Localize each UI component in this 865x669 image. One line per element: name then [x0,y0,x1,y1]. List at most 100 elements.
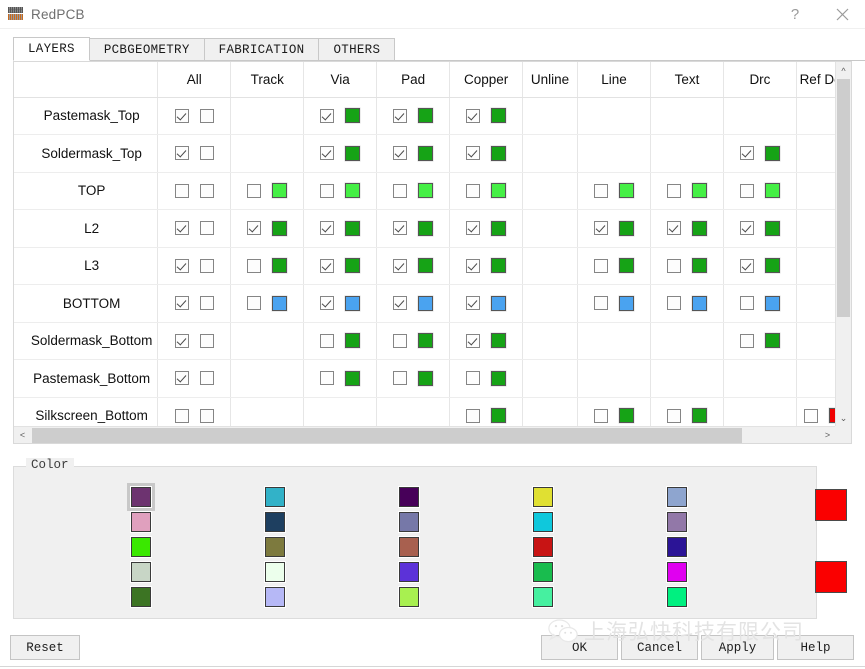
color-swatch-via[interactable] [345,145,361,161]
column-header-drc[interactable]: Drc [723,62,797,98]
color-swatch-pad[interactable] [418,258,434,274]
color-swatch-pad[interactable] [418,333,434,349]
checkbox-copper[interactable] [466,408,481,423]
cell-copper[interactable] [449,247,524,285]
table-row[interactable]: Soldermask_Top [14,134,836,173]
palette-swatch-3-3[interactable] [533,562,553,582]
cell-refdes[interactable] [796,397,836,427]
checkbox-pad[interactable] [393,258,408,273]
cell-pad[interactable] [376,134,451,173]
color-swatch-copper[interactable] [491,408,507,424]
cell-all[interactable] [157,284,232,323]
color-swatch-drc[interactable] [764,295,780,311]
palette-swatch-3-0[interactable] [533,487,553,507]
table-row[interactable]: L2 [14,209,836,248]
palette-swatch-0-3[interactable] [131,562,151,582]
checkbox-all[interactable] [174,221,189,236]
cell-all[interactable] [157,209,232,248]
table-row[interactable]: Pastemask_Bottom [14,359,836,398]
cell-track[interactable] [230,209,305,248]
cell-copper[interactable] [449,359,524,398]
column-header-track[interactable]: Track [230,62,305,98]
checkbox-all[interactable] [174,371,189,386]
cell-via[interactable] [303,284,378,323]
tab-fabrication[interactable]: FABRICATION [203,38,320,61]
color-swatch-pad[interactable] [418,370,434,386]
cell-via[interactable] [303,172,378,210]
checkbox-all[interactable] [174,108,189,123]
cell-via[interactable] [303,359,378,398]
checkbox-all[interactable] [174,146,189,161]
color-swatch-line[interactable] [619,220,635,236]
checkbox-track[interactable] [247,258,262,273]
cell-all[interactable] [157,322,232,360]
checkbox-line[interactable] [594,183,609,198]
cell-drc[interactable] [723,209,797,248]
table-row[interactable]: BOTTOM [14,284,836,323]
palette-swatch-2-0[interactable] [399,487,419,507]
color-swatch-copper[interactable] [491,258,507,274]
table-row[interactable]: Soldermask_Bottom [14,322,836,360]
reset-button[interactable]: Reset [10,635,80,660]
tab-pcbgeometry[interactable]: PCBGEOMETRY [88,38,205,61]
checkbox-copper[interactable] [466,146,481,161]
checkbox-all-secondary[interactable] [199,183,214,198]
checkbox-via[interactable] [320,221,335,236]
checkbox-line[interactable] [594,258,609,273]
selected-color-preview-secondary[interactable] [815,561,847,593]
checkbox-drc[interactable] [739,146,754,161]
cell-pad[interactable] [376,172,451,210]
color-swatch-via[interactable] [345,258,361,274]
color-swatch-line[interactable] [619,183,635,199]
palette-swatch-0-0[interactable] [131,487,151,507]
tab-others[interactable]: OTHERS [318,38,396,61]
cell-all[interactable] [157,247,232,285]
color-swatch-pad[interactable] [418,145,434,161]
checkbox-all-secondary[interactable] [199,296,214,311]
color-swatch-copper[interactable] [491,370,507,386]
cell-text[interactable] [650,397,724,427]
cell-text[interactable] [650,247,724,285]
checkbox-copper[interactable] [466,296,481,311]
cell-track[interactable] [230,284,305,323]
checkbox-track[interactable] [247,296,262,311]
color-swatch-via[interactable] [345,295,361,311]
color-swatch-text[interactable] [691,220,707,236]
checkbox-via[interactable] [320,371,335,386]
cell-line[interactable] [577,247,652,285]
cell-copper[interactable] [449,172,524,210]
checkbox-copper[interactable] [466,333,481,348]
help-button[interactable]: ? [772,0,818,29]
column-header-name[interactable] [14,62,159,98]
palette-swatch-4-3[interactable] [667,562,687,582]
horizontal-scrollbar[interactable]: < > [14,426,836,443]
color-swatch-via[interactable] [345,370,361,386]
help-button-footer[interactable]: Help [777,635,854,660]
color-swatch-line[interactable] [619,408,635,424]
checkbox-copper[interactable] [466,371,481,386]
cell-pad[interactable] [376,209,451,248]
column-header-line[interactable]: Line [577,62,652,98]
color-swatch-copper[interactable] [491,333,507,349]
column-header-via[interactable]: Via [303,62,378,98]
cell-copper[interactable] [449,209,524,248]
cancel-button[interactable]: Cancel [621,635,698,660]
table-row[interactable]: L3 [14,247,836,285]
checkbox-via[interactable] [320,183,335,198]
cell-all[interactable] [157,172,232,210]
checkbox-line[interactable] [594,408,609,423]
checkbox-drc[interactable] [739,183,754,198]
color-swatch-drc[interactable] [764,258,780,274]
column-header-copper[interactable]: Copper [449,62,524,98]
checkbox-track[interactable] [247,183,262,198]
color-swatch-text[interactable] [691,408,707,424]
cell-track[interactable] [230,172,305,210]
color-swatch-via[interactable] [345,183,361,199]
checkbox-all[interactable] [174,408,189,423]
vertical-scroll-thumb[interactable] [837,79,850,317]
close-button[interactable] [819,0,865,29]
palette-swatch-3-2[interactable] [533,537,553,557]
checkbox-drc[interactable] [739,258,754,273]
cell-all[interactable] [157,397,232,427]
column-header-refdes[interactable]: Ref Des [796,62,836,98]
